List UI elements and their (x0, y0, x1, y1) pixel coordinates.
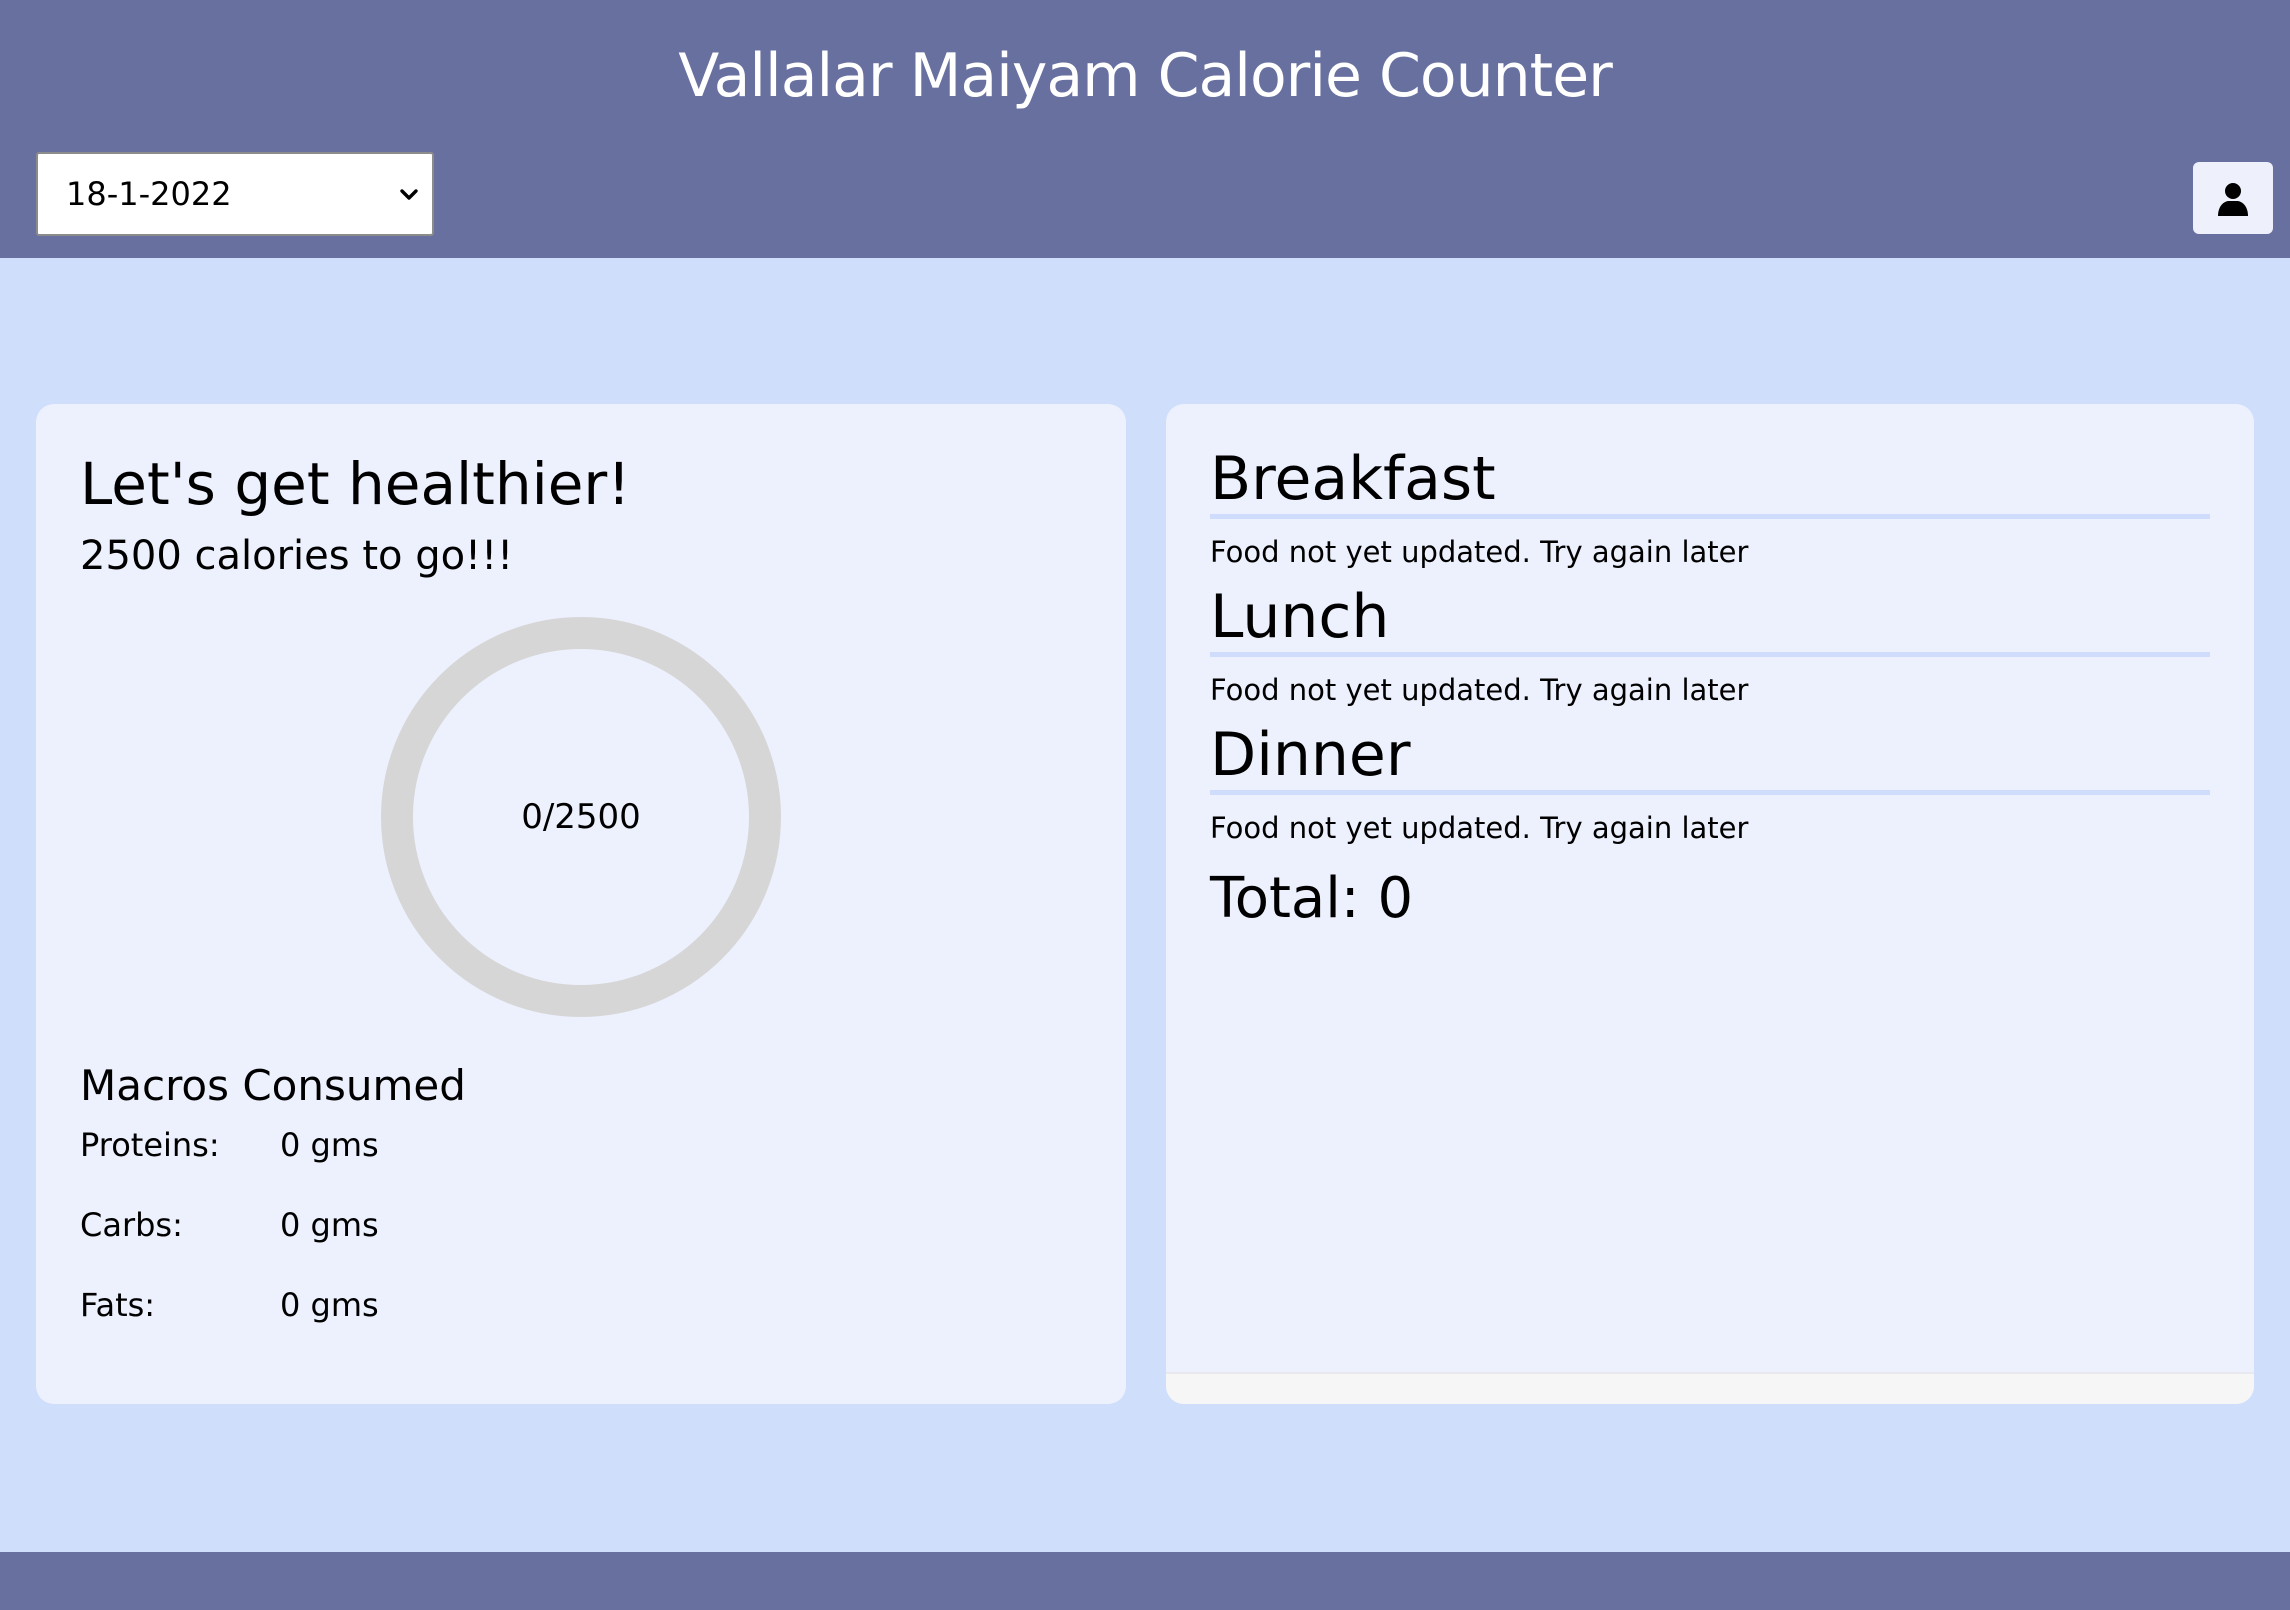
meal-title-lunch: Lunch (1210, 582, 1390, 652)
meal-title-breakfast: Breakfast (1210, 444, 1496, 514)
header-bar: Vallalar Maiyam Calorie Counter 18-1-202… (0, 0, 2290, 258)
date-select-value: 18-1-2022 (66, 175, 232, 213)
macro-row-fats: Fats: 0 gms (80, 1280, 680, 1330)
card-footer (1166, 1372, 2254, 1404)
meals-card: Breakfast Food not yet updated. Try agai… (1166, 404, 2254, 1404)
macro-row-proteins: Proteins: 0 gms (80, 1120, 680, 1170)
meal-status-dinner: Food not yet updated. Try again later (1210, 811, 1749, 845)
macros-heading: Macros Consumed (80, 1061, 466, 1110)
macro-label: Fats: (80, 1286, 156, 1324)
calorie-progress-ring: 0/2500 (379, 615, 783, 1019)
macro-label: Proteins: (80, 1126, 220, 1164)
chevron-down-icon (400, 189, 418, 200)
date-select[interactable]: 18-1-2022 (36, 152, 434, 236)
progress-ring-label: 0/2500 (521, 797, 641, 837)
footer-bar (0, 1552, 2290, 1610)
meal-divider (1210, 790, 2210, 795)
user-icon (2218, 183, 2248, 216)
meal-title-dinner: Dinner (1210, 720, 1411, 790)
macro-row-carbs: Carbs: 0 gms (80, 1200, 680, 1250)
meal-status-lunch: Food not yet updated. Try again later (1210, 673, 1749, 707)
macro-label: Carbs: (80, 1206, 183, 1244)
calories-remaining: 2500 calories to go!!! (80, 533, 514, 579)
macro-value: 0 gms (280, 1286, 379, 1324)
greeting-heading: Let's get healthier! (80, 450, 631, 518)
user-account-button[interactable] (2193, 162, 2273, 234)
macro-value: 0 gms (280, 1206, 379, 1244)
calorie-total: Total: 0 (1210, 866, 1414, 931)
meal-status-breakfast: Food not yet updated. Try again later (1210, 535, 1749, 569)
macro-value: 0 gms (280, 1126, 379, 1164)
meal-divider (1210, 514, 2210, 519)
meal-divider (1210, 652, 2210, 657)
daily-summary-card: Let's get healthier! 2500 calories to go… (36, 404, 1126, 1404)
app-title: Vallalar Maiyam Calorie Counter (678, 41, 1613, 111)
